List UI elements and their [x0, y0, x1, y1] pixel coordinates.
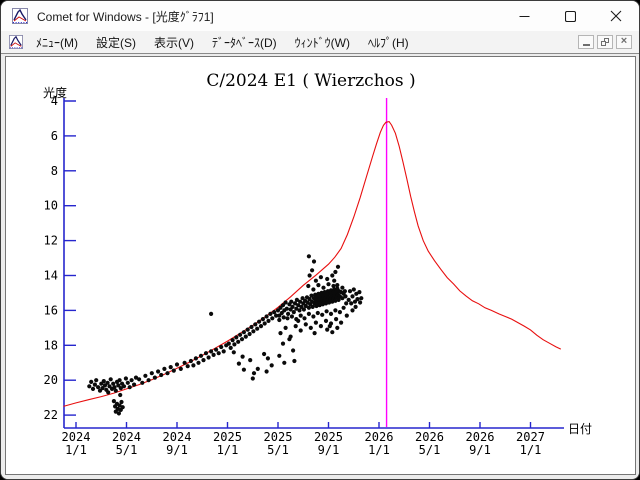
- app-icon light-curve-icon: [12, 8, 28, 24]
- mdi-minimize-button[interactable]: [578, 35, 594, 49]
- y-tick-label: 6: [51, 129, 58, 143]
- y-tick-label: 14: [44, 269, 58, 283]
- minimize-button[interactable]: [501, 1, 547, 31]
- mdi-system-menu-icon light-curve-icon[interactable]: [9, 35, 23, 49]
- close-icon: [610, 10, 622, 22]
- menu-item-window[interactable]: ｳｨﾝﾄﾞｳ(W): [286, 32, 359, 53]
- x-tick-label-day: 1/1: [217, 443, 239, 457]
- x-tick-label-year: 2026: [365, 430, 394, 444]
- light-curve-plot: C/2024 E1 ( Wierzchos )46810121416182022…: [6, 57, 635, 474]
- x-tick-label-year: 2025: [314, 430, 343, 444]
- x-tick-label-day: 5/1: [116, 443, 138, 457]
- minimize-icon: [519, 11, 530, 22]
- x-axis-label: 日付: [568, 422, 592, 436]
- x-tick-label-year: 2024: [62, 430, 91, 444]
- menu-item-menu[interactable]: ﾒﾆｭｰ(M): [27, 32, 87, 53]
- x-tick-label-day: 9/1: [469, 443, 491, 457]
- menu-item-database[interactable]: ﾃﾞｰﾀﾍﾞｰｽ(D): [203, 32, 286, 53]
- x-tick-label-year: 2027: [516, 430, 545, 444]
- mdi-minimize-icon: [583, 44, 590, 46]
- predicted-light-curve: [63, 122, 560, 407]
- mdi-restore-button[interactable]: [597, 35, 613, 49]
- y-tick-label: 10: [44, 199, 58, 213]
- app-window: Comet for Windows - [光度ｸﾞﾗﾌ1] ﾒﾆｭｰ(M)設定(…: [0, 0, 640, 480]
- x-tick-label-day: 5/1: [419, 443, 441, 457]
- x-tick-label-year: 2025: [264, 430, 293, 444]
- y-axis-label: 光度: [43, 85, 67, 100]
- y-tick-label: 12: [44, 234, 58, 248]
- mdi-window-buttons: ×: [578, 35, 632, 49]
- chart-title: C/2024 E1 ( Wierzchos ): [206, 71, 415, 91]
- chart-canvas light-curve-chart: C/2024 E1 ( Wierzchos )46810121416182022…: [5, 56, 636, 475]
- mdi-close-button[interactable]: ×: [616, 35, 632, 49]
- close-button[interactable]: [593, 1, 639, 31]
- y-tick-label: 8: [51, 164, 58, 178]
- x-tick-label-day: 9/1: [166, 443, 188, 457]
- window-title: Comet for Windows - [光度ｸﾞﾗﾌ1]: [37, 8, 214, 25]
- menu-item-view[interactable]: 表示(V): [145, 32, 203, 53]
- x-tick-label-year: 2024: [163, 430, 192, 444]
- x-tick-label-year: 2024: [112, 430, 141, 444]
- menu-item-help[interactable]: ﾍﾙﾌﾟ(H): [359, 32, 418, 53]
- x-tick-label-day: 1/1: [65, 443, 87, 457]
- title-bar: Comet for Windows - [光度ｸﾞﾗﾌ1]: [1, 1, 639, 31]
- mdi-restore-icon: [601, 38, 609, 46]
- maximize-icon: [565, 11, 576, 22]
- menu-bar: ﾒﾆｭｰ(M)設定(S)表示(V)ﾃﾞｰﾀﾍﾞｰｽ(D)ｳｨﾝﾄﾞｳ(W)ﾍﾙﾌ…: [1, 31, 639, 54]
- x-tick-label-year: 2025: [213, 430, 242, 444]
- menu-items: ﾒﾆｭｰ(M)設定(S)表示(V)ﾃﾞｰﾀﾍﾞｰｽ(D)ｳｨﾝﾄﾞｳ(W)ﾍﾙﾌ…: [27, 32, 418, 53]
- x-tick-label-day: 1/1: [520, 443, 542, 457]
- client-area: C/2024 E1 ( Wierzchos )46810121416182022…: [1, 55, 639, 479]
- x-tick-label-day: 9/1: [318, 443, 340, 457]
- menu-item-settings[interactable]: 設定(S): [87, 32, 145, 53]
- y-tick-label: 22: [44, 408, 58, 422]
- x-tick-label-year: 2026: [466, 430, 495, 444]
- mdi-close-icon: ×: [621, 36, 627, 47]
- x-tick-label-year: 2026: [415, 430, 444, 444]
- observation-points: [87, 254, 363, 415]
- maximize-button[interactable]: [547, 1, 593, 31]
- y-tick-label: 16: [44, 303, 58, 317]
- caption-buttons: [501, 1, 639, 31]
- x-tick-label-day: 5/1: [267, 443, 289, 457]
- x-tick-label-day: 1/1: [368, 443, 390, 457]
- y-tick-label: 20: [44, 373, 58, 387]
- y-tick-label: 18: [44, 338, 58, 352]
